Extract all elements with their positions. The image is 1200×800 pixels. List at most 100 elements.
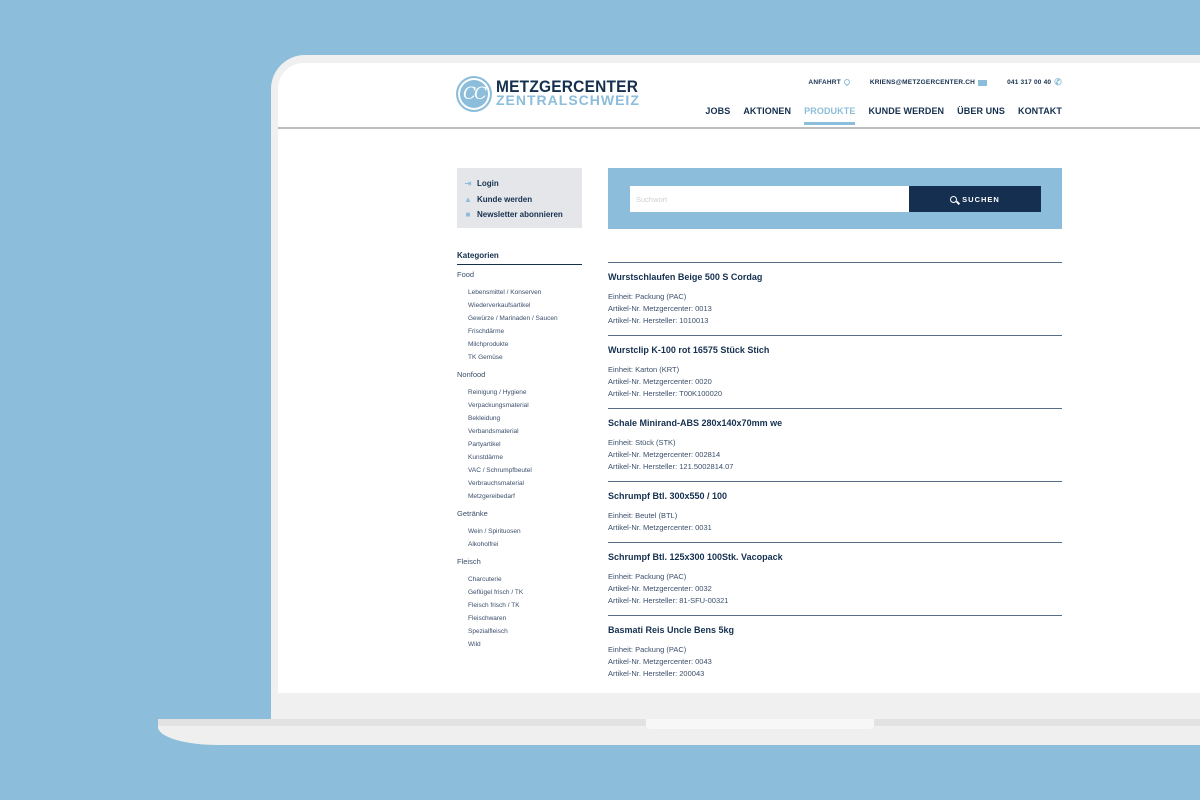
subcategory-item[interactable]: TK Gemüse bbox=[468, 351, 582, 364]
subcategory-item[interactable]: Fleischwaren bbox=[468, 612, 582, 625]
map-pin-icon bbox=[844, 79, 850, 87]
product-unit: Einheit: Packung (PAC) bbox=[608, 645, 687, 654]
subcategory-list: Charcuterie Geflügel frisch / TK Fleisch… bbox=[457, 573, 582, 651]
search-icon bbox=[950, 195, 958, 203]
product-title[interactable]: Schale Minirand-ABS 280x140x70mm we bbox=[608, 417, 1062, 429]
product-item[interactable]: Schrumpf Btl. 125x300 100Stk. Vacopack E… bbox=[608, 542, 1062, 615]
subcategory-item[interactable]: Lebensmittel / Konserven bbox=[468, 286, 582, 299]
subcategory-item[interactable]: Kunstdärme bbox=[468, 451, 582, 464]
product-unit: Einheit: Beutel (BTL) bbox=[608, 511, 678, 520]
logo-line1: METZGERCENTER bbox=[496, 78, 639, 97]
product-article-no: Artikel-Nr. Metzgercenter: 0013 bbox=[608, 304, 712, 313]
product-item[interactable]: Wurstclip K-100 rot 16575 Stück Stich Ei… bbox=[608, 335, 1062, 408]
newsletter-link[interactable]: ■ Newsletter abonnieren bbox=[463, 207, 576, 223]
subcategory-item[interactable]: Partyartikel bbox=[468, 438, 582, 451]
subcategory-item[interactable]: VAC / Schrumpfbeutel bbox=[468, 464, 582, 477]
logo[interactable]: CC METZGERCENTER ZENTRALSCHWEIZ bbox=[456, 76, 640, 112]
nav-produkte[interactable]: PRODUKTE bbox=[804, 106, 856, 125]
user-add-icon: ▲ bbox=[464, 194, 472, 204]
subcategory-item[interactable]: Milchprodukte bbox=[468, 338, 582, 351]
nav-kunde-werden[interactable]: KUNDE WERDEN bbox=[868, 106, 944, 124]
subcategory-item[interactable]: Wiederverkaufsartikel bbox=[468, 299, 582, 312]
logo-text: METZGERCENTER ZENTRALSCHWEIZ bbox=[496, 78, 640, 107]
nav-kontakt[interactable]: KONTAKT bbox=[1018, 106, 1062, 124]
product-article-no: Artikel-Nr. Metzgercenter: 0031 bbox=[608, 523, 712, 532]
product-item[interactable]: Schale Minirand-ABS 280x140x70mm we Einh… bbox=[608, 408, 1062, 481]
nav-aktionen[interactable]: AKTIONEN bbox=[743, 106, 791, 124]
subcategory-item[interactable]: Metzgereibedarf bbox=[468, 490, 582, 503]
product-item[interactable]: Schrumpf Btl. 300x550 / 100 Einheit: Beu… bbox=[608, 481, 1062, 542]
nav-ueber-uns[interactable]: ÜBER UNS bbox=[957, 106, 1005, 124]
subcategory-item[interactable]: Spezialfleisch bbox=[468, 625, 582, 638]
product-unit: Einheit: Packung (PAC) bbox=[608, 572, 687, 581]
topbar-link-email[interactable]: KRIENS@METZGERCENTER.CH bbox=[869, 79, 988, 86]
main-nav: JOBS AKTIONEN PRODUKTE KUNDE WERDEN ÜBER… bbox=[705, 106, 1062, 125]
search-panel: SUCHEN bbox=[608, 168, 1062, 229]
topbar-label: KRIENS@METZGERCENTER.CH bbox=[869, 79, 976, 86]
topbar-link-anfahrt[interactable]: ANFAHRT bbox=[808, 79, 849, 87]
kunde-werden-link[interactable]: ▲ Kunde werden bbox=[463, 192, 576, 208]
account-link-label: Newsletter abonnieren bbox=[477, 210, 563, 220]
document-icon: ■ bbox=[465, 210, 471, 220]
subcategory-list: Wein / Spirituosen Alkoholfrei bbox=[457, 525, 582, 551]
product-manufacturer-no: Artikel-Nr. Hersteller: 1010013 bbox=[608, 316, 709, 325]
category-nonfood[interactable]: Nonfood bbox=[457, 370, 582, 379]
topbar-label: 041 317 00 40 bbox=[1007, 79, 1052, 86]
topbar-label: ANFAHRT bbox=[808, 79, 841, 86]
product-item[interactable]: Wurstschlaufen Beige 500 S Cordag Einhei… bbox=[608, 262, 1062, 335]
subcategory-item[interactable]: Verpackungsmaterial bbox=[468, 399, 582, 412]
topbar-link-phone[interactable]: 041 317 00 40 ✆ bbox=[1007, 78, 1062, 87]
subcategory-item[interactable]: Reinigung / Hygiene bbox=[468, 386, 582, 399]
browser-screen: CC METZGERCENTER ZENTRALSCHWEIZ ANFAHRT … bbox=[278, 63, 1200, 693]
product-title[interactable]: Wurstschlaufen Beige 500 S Cordag bbox=[608, 271, 1062, 283]
product-title[interactable]: Basmati Reis Uncle Bens 5kg bbox=[608, 624, 1062, 636]
product-title[interactable]: Wurstclip K-100 rot 16575 Stück Stich bbox=[608, 344, 1062, 356]
search-button-label: SUCHEN bbox=[962, 194, 1000, 204]
subcategory-item[interactable]: Frischdärme bbox=[468, 325, 582, 338]
subcategory-item[interactable]: Bekleidung bbox=[468, 412, 582, 425]
category-group-food: Food Lebensmittel / Konserven Wiederverk… bbox=[457, 270, 582, 364]
subcategory-item[interactable]: Verbrauchsmaterial bbox=[468, 477, 582, 490]
categories-title: Kategorien bbox=[457, 251, 582, 265]
category-group-nonfood: Nonfood Reinigung / Hygiene Verpackungsm… bbox=[457, 370, 582, 503]
mail-icon bbox=[978, 79, 988, 86]
product-title[interactable]: Schrumpf Btl. 300x550 / 100 bbox=[608, 490, 1062, 502]
subcategory-item[interactable]: Geflügel frisch / TK bbox=[468, 586, 582, 599]
category-getraenke[interactable]: Getränke bbox=[457, 509, 582, 518]
subcategory-item[interactable]: Fleisch frisch / TK bbox=[468, 599, 582, 612]
login-link[interactable]: ⇥ Login bbox=[463, 176, 576, 192]
product-manufacturer-no: Artikel-Nr. Hersteller: 81-SFU-00321 bbox=[608, 596, 729, 605]
category-fleisch[interactable]: Fleisch bbox=[457, 557, 582, 566]
product-title[interactable]: Schrumpf Btl. 125x300 100Stk. Vacopack bbox=[608, 551, 1062, 563]
site-header: CC METZGERCENTER ZENTRALSCHWEIZ ANFAHRT … bbox=[278, 63, 1200, 129]
logo-mark-icon: CC bbox=[456, 76, 492, 112]
account-box: ⇥ Login ▲ Kunde werden ■ Newsletter abon… bbox=[457, 168, 582, 228]
product-unit: Einheit: Karton (KRT) bbox=[608, 365, 680, 374]
product-item[interactable]: Basmati Reis Uncle Bens 5kg Einheit: Pac… bbox=[608, 615, 1062, 688]
subcategory-item[interactable]: Gewürze / Marinaden / Saucen bbox=[468, 312, 582, 325]
topbar: ANFAHRT KRIENS@METZGERCENTER.CH 041 317 … bbox=[808, 78, 1062, 87]
category-group-fleisch: Fleisch Charcuterie Geflügel frisch / TK… bbox=[457, 557, 582, 651]
product-article-no: Artikel-Nr. Metzgercenter: 0020 bbox=[608, 377, 712, 386]
subcategory-item[interactable]: Alkoholfrei bbox=[468, 538, 582, 551]
product-manufacturer-no: Artikel-Nr. Hersteller: 200043 bbox=[608, 669, 705, 678]
product-article-no: Artikel-Nr. Metzgercenter: 0032 bbox=[608, 584, 712, 593]
subcategory-list: Reinigung / Hygiene Verpackungsmaterial … bbox=[457, 386, 582, 503]
category-food[interactable]: Food bbox=[457, 270, 582, 279]
account-link-label: Kunde werden bbox=[477, 194, 533, 204]
search-button[interactable]: SUCHEN bbox=[909, 186, 1041, 212]
subcategory-item[interactable]: Wild bbox=[468, 638, 582, 651]
product-list: Wurstschlaufen Beige 500 S Cordag Einhei… bbox=[608, 262, 1062, 688]
subcategory-item[interactable]: Verbandsmaterial bbox=[468, 425, 582, 438]
product-manufacturer-no: Artikel-Nr. Hersteller: T00K100020 bbox=[608, 389, 723, 398]
nav-jobs[interactable]: JOBS bbox=[705, 106, 730, 124]
product-unit: Einheit: Stück (STK) bbox=[608, 438, 676, 447]
subcategory-item[interactable]: Wein / Spirituosen bbox=[468, 525, 582, 538]
product-unit: Einheit: Packung (PAC) bbox=[608, 292, 687, 301]
category-list: Food Lebensmittel / Konserven Wiederverk… bbox=[457, 270, 582, 657]
login-icon: ⇥ bbox=[464, 179, 472, 189]
product-article-no: Artikel-Nr. Metzgercenter: 0043 bbox=[608, 657, 712, 666]
search-input[interactable] bbox=[630, 186, 909, 212]
subcategory-item[interactable]: Charcuterie bbox=[468, 573, 582, 586]
subcategory-list: Lebensmittel / Konserven Wiederverkaufsa… bbox=[457, 286, 582, 364]
